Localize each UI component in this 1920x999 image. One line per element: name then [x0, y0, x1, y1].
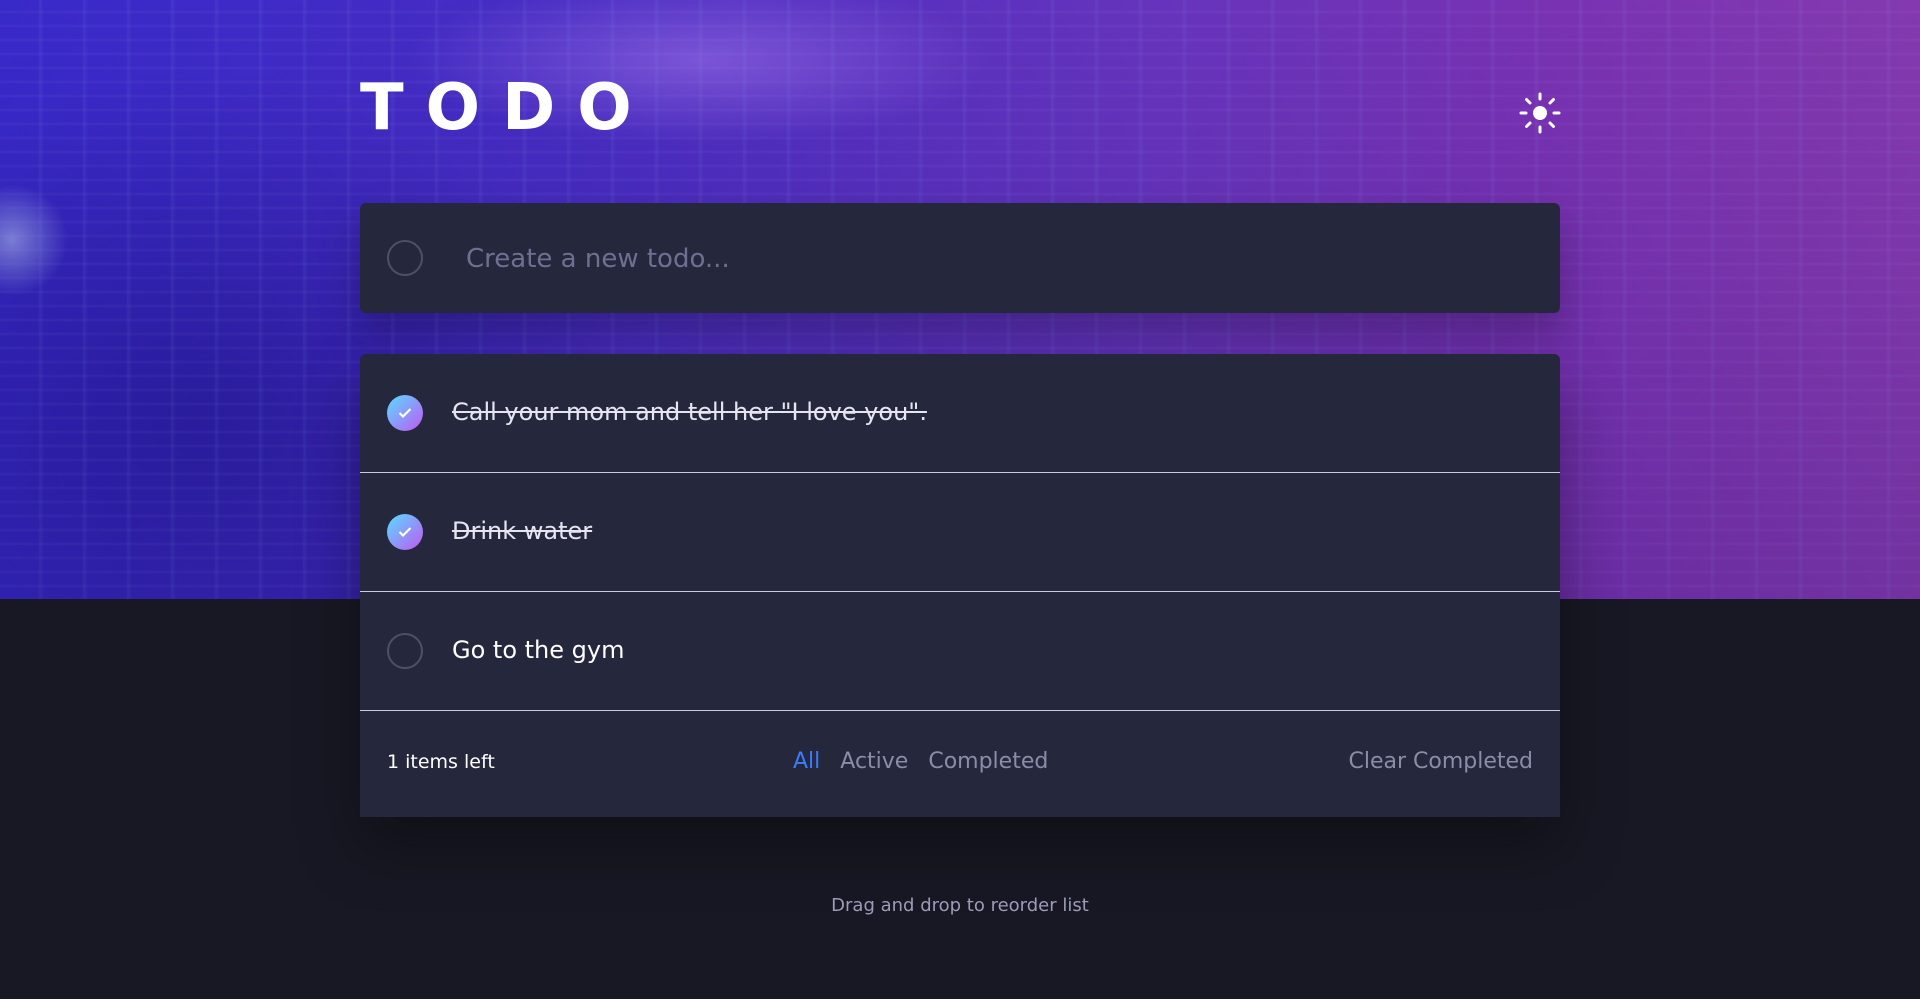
filter-completed[interactable]: Completed [928, 749, 1048, 774]
filter-tabs: All Active Completed [793, 749, 1048, 774]
new-todo-card [360, 203, 1560, 313]
todo-item[interactable]: Drink water [360, 473, 1560, 592]
todo-text: Call your mom and tell her "I love you". [452, 398, 927, 426]
list-footer: 1 items left All Active Completed Clear … [360, 711, 1560, 817]
todo-checkbox[interactable] [387, 514, 423, 550]
todo-item[interactable]: Call your mom and tell her "I love you". [360, 354, 1560, 473]
todo-checkbox[interactable] [387, 395, 423, 431]
reorder-hint: Drag and drop to reorder list [831, 895, 1089, 916]
filter-active[interactable]: Active [840, 749, 908, 774]
todo-checkbox[interactable] [387, 633, 423, 669]
app-title: TODO [360, 71, 654, 145]
todo-text: Drink water [452, 517, 593, 545]
todo-text: Go to the gym [452, 636, 625, 664]
theme-toggle-button[interactable] [1519, 92, 1561, 134]
filter-all[interactable]: All [793, 749, 820, 774]
clear-completed-button[interactable]: Clear Completed [1348, 749, 1533, 774]
new-todo-checkbox[interactable] [387, 240, 423, 276]
todo-item[interactable]: Go to the gym [360, 592, 1560, 711]
sun-icon [1519, 92, 1561, 134]
todo-app: TODO Call your [0, 0, 1920, 999]
check-icon [398, 527, 412, 538]
check-icon [398, 408, 412, 419]
new-todo-input[interactable] [464, 231, 1528, 287]
todo-list: Call your mom and tell her "I love you".… [360, 354, 1560, 817]
items-left-count: 1 items left [387, 751, 495, 773]
